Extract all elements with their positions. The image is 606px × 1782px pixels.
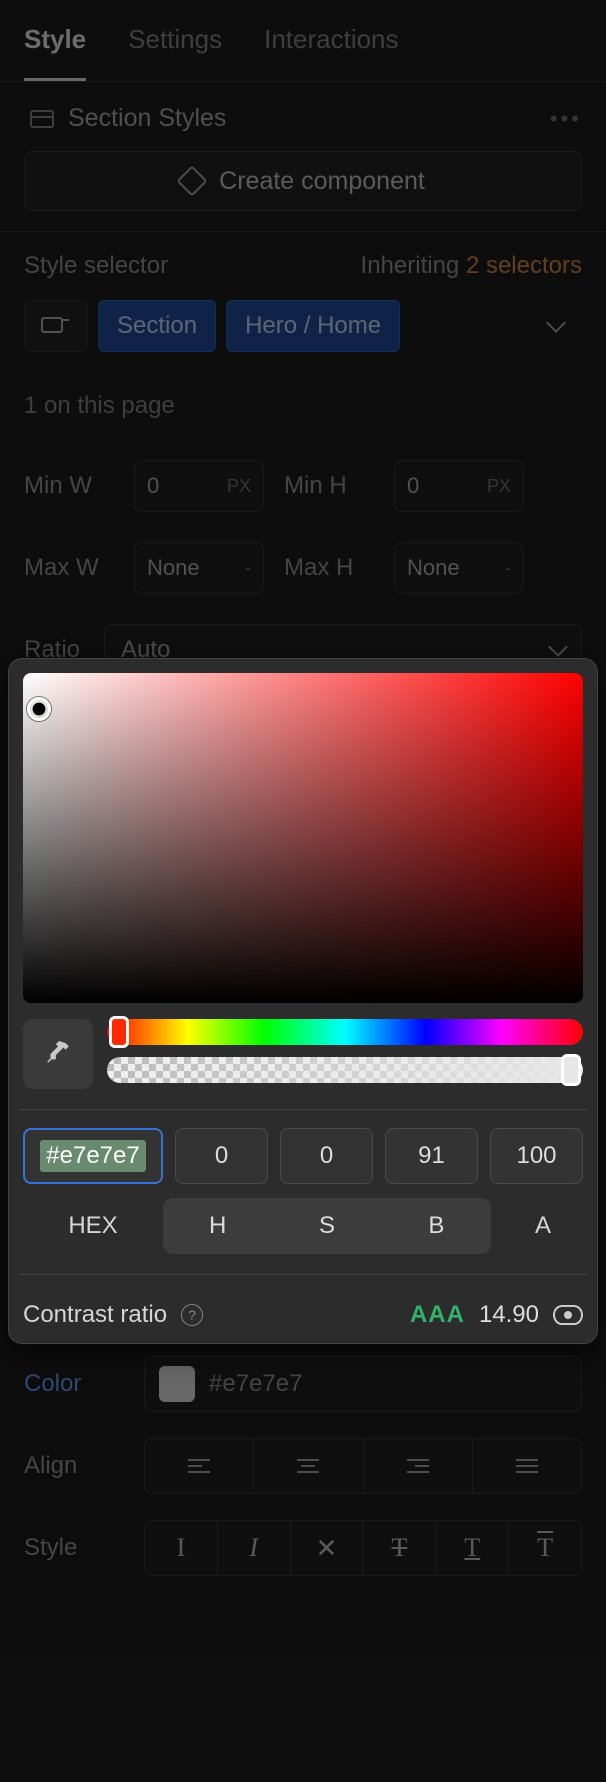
align-label: Align — [24, 1452, 124, 1480]
selector-chip-hero-home[interactable]: Hero / Home — [226, 300, 400, 352]
create-component-button[interactable]: Create component — [24, 151, 582, 211]
max-h-input[interactable]: None- — [394, 542, 524, 594]
inheriting-count: 2 selectors — [466, 252, 582, 279]
text-italic-icon: I — [249, 1533, 258, 1563]
chevron-down-icon — [548, 637, 568, 657]
align-left-button[interactable] — [145, 1439, 253, 1493]
contrast-score: 14.90 — [479, 1301, 539, 1329]
inheriting-label: Inheriting 2 selectors — [361, 252, 582, 280]
text-underline-button[interactable]: T — [435, 1521, 508, 1575]
s-input[interactable]: 0 — [280, 1128, 373, 1184]
max-w-input[interactable]: None- — [134, 542, 264, 594]
create-component-label: Create component — [219, 167, 425, 196]
selector-dropdown-button[interactable] — [530, 300, 582, 352]
align-justify-button[interactable] — [472, 1439, 581, 1493]
text-italic-button[interactable]: I — [217, 1521, 290, 1575]
mode-hex-button[interactable]: HEX — [23, 1212, 163, 1240]
mode-b-button[interactable]: B — [382, 1198, 491, 1254]
text-strike-button[interactable]: T — [362, 1521, 435, 1575]
text-none-button[interactable]: ✕ — [290, 1521, 363, 1575]
align-right-icon — [407, 1457, 429, 1475]
saturation-value-field[interactable] — [23, 673, 583, 1003]
min-w-input[interactable]: 0PX — [134, 460, 264, 512]
color-field[interactable]: #e7e7e7 — [144, 1356, 582, 1412]
mode-hsb-segment: H S B — [163, 1198, 491, 1254]
on-page-count: 1 on this page — [0, 376, 606, 420]
contrast-rating: AAA — [410, 1301, 465, 1329]
tab-settings[interactable]: Settings — [128, 24, 222, 81]
text-overline-icon: T — [537, 1533, 553, 1563]
more-icon[interactable]: ••• — [550, 106, 582, 132]
color-value: #e7e7e7 — [209, 1370, 302, 1398]
selector-chip-section[interactable]: Section — [98, 300, 216, 352]
hex-input[interactable]: #e7e7e7 — [23, 1128, 163, 1184]
svg-text:*: * — [65, 315, 69, 322]
text-strike-icon: T — [391, 1533, 407, 1563]
breakpoint-icon: * — [41, 315, 71, 337]
mode-a-button[interactable]: A — [503, 1212, 583, 1240]
text-none-icon: ✕ — [316, 1533, 338, 1564]
sv-thumb[interactable] — [27, 697, 51, 721]
color-swatch — [159, 1366, 195, 1402]
text-underline-icon: T — [464, 1533, 480, 1563]
mode-h-button[interactable]: H — [163, 1198, 272, 1254]
align-center-button[interactable] — [253, 1439, 362, 1493]
style-selector-label: Style selector — [24, 252, 168, 280]
chevron-down-icon — [546, 313, 566, 333]
component-icon — [177, 165, 208, 196]
section-title: Section Styles — [68, 104, 226, 133]
align-right-button[interactable] — [363, 1439, 472, 1493]
contrast-ratio-label: Contrast ratio — [23, 1301, 167, 1329]
text-overline-button[interactable]: T — [508, 1521, 581, 1575]
align-center-icon — [297, 1457, 319, 1475]
b-input[interactable]: 91 — [385, 1128, 478, 1184]
max-w-label: Max W — [24, 554, 114, 582]
text-regular-icon: I — [177, 1533, 186, 1563]
section-icon — [30, 110, 54, 128]
min-w-label: Min W — [24, 472, 114, 500]
eyedropper-icon — [45, 1041, 71, 1067]
alpha-thumb[interactable] — [561, 1054, 581, 1086]
max-h-label: Max H — [284, 554, 374, 582]
hue-thumb[interactable] — [109, 1016, 129, 1048]
tab-interactions[interactable]: Interactions — [264, 24, 398, 81]
tab-style[interactable]: Style — [24, 24, 86, 81]
eyedropper-button[interactable] — [23, 1019, 93, 1089]
eye-icon[interactable] — [553, 1305, 583, 1325]
align-justify-icon — [516, 1457, 538, 1475]
text-style-toggle: I I ✕ T T T — [144, 1520, 582, 1576]
text-regular-button[interactable]: I — [145, 1521, 217, 1575]
breakpoint-button[interactable]: * — [24, 300, 88, 352]
help-icon[interactable]: ? — [181, 1304, 203, 1326]
align-toggle — [144, 1438, 582, 1494]
color-picker-popover: #e7e7e7 0 0 91 100 HEX H S B A Contrast … — [8, 658, 598, 1344]
h-input[interactable]: 0 — [175, 1128, 268, 1184]
min-h-label: Min H — [284, 472, 374, 500]
align-left-icon — [188, 1457, 210, 1475]
hue-slider[interactable] — [107, 1019, 583, 1045]
color-label: Color — [24, 1370, 124, 1398]
text-style-label: Style — [24, 1534, 124, 1562]
min-h-input[interactable]: 0PX — [394, 460, 524, 512]
mode-s-button[interactable]: S — [272, 1198, 381, 1254]
a-input[interactable]: 100 — [490, 1128, 583, 1184]
alpha-slider[interactable] — [107, 1057, 583, 1083]
